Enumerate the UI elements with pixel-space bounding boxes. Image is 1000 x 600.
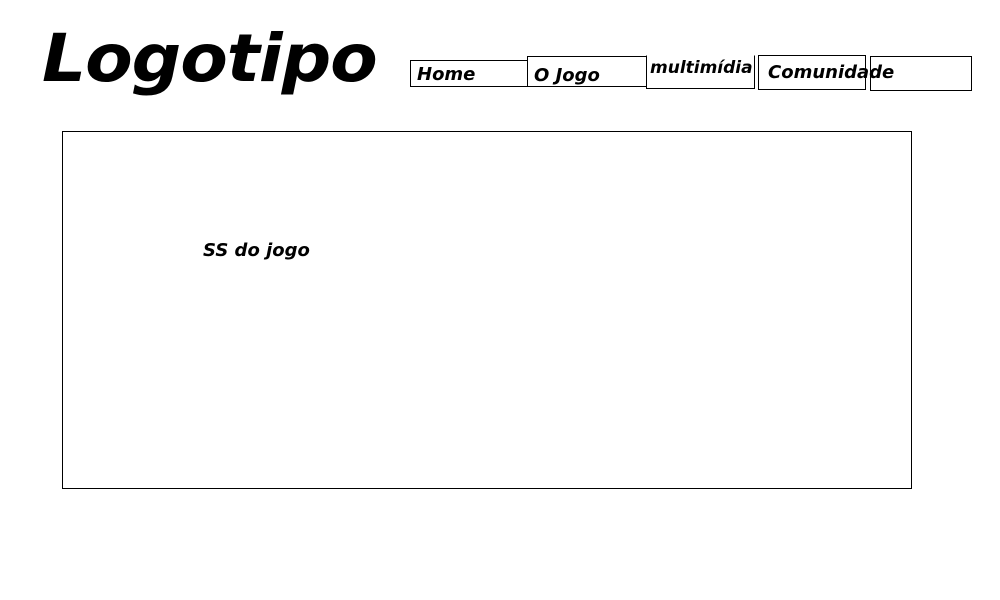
nav-item-comunidade-label[interactable]: Comunidade [768,62,894,83]
page: Logotipo Home O Jogo multimídia Comunida… [0,0,1000,600]
nav-item-label: O Jogo [534,65,600,86]
game-screenshot-area: SS do jogo [62,131,912,489]
nav-item-multimidia[interactable]: multimídia [646,55,755,89]
nav-item-o-jogo[interactable]: O Jogo [527,56,647,87]
nav-item-home[interactable]: Home [410,60,528,87]
screenshot-label: SS do jogo [203,240,310,261]
site-logo[interactable]: Logotipo [42,26,378,92]
nav-item-label: Home [417,64,476,85]
nav-item-label: multimídia [650,58,753,78]
